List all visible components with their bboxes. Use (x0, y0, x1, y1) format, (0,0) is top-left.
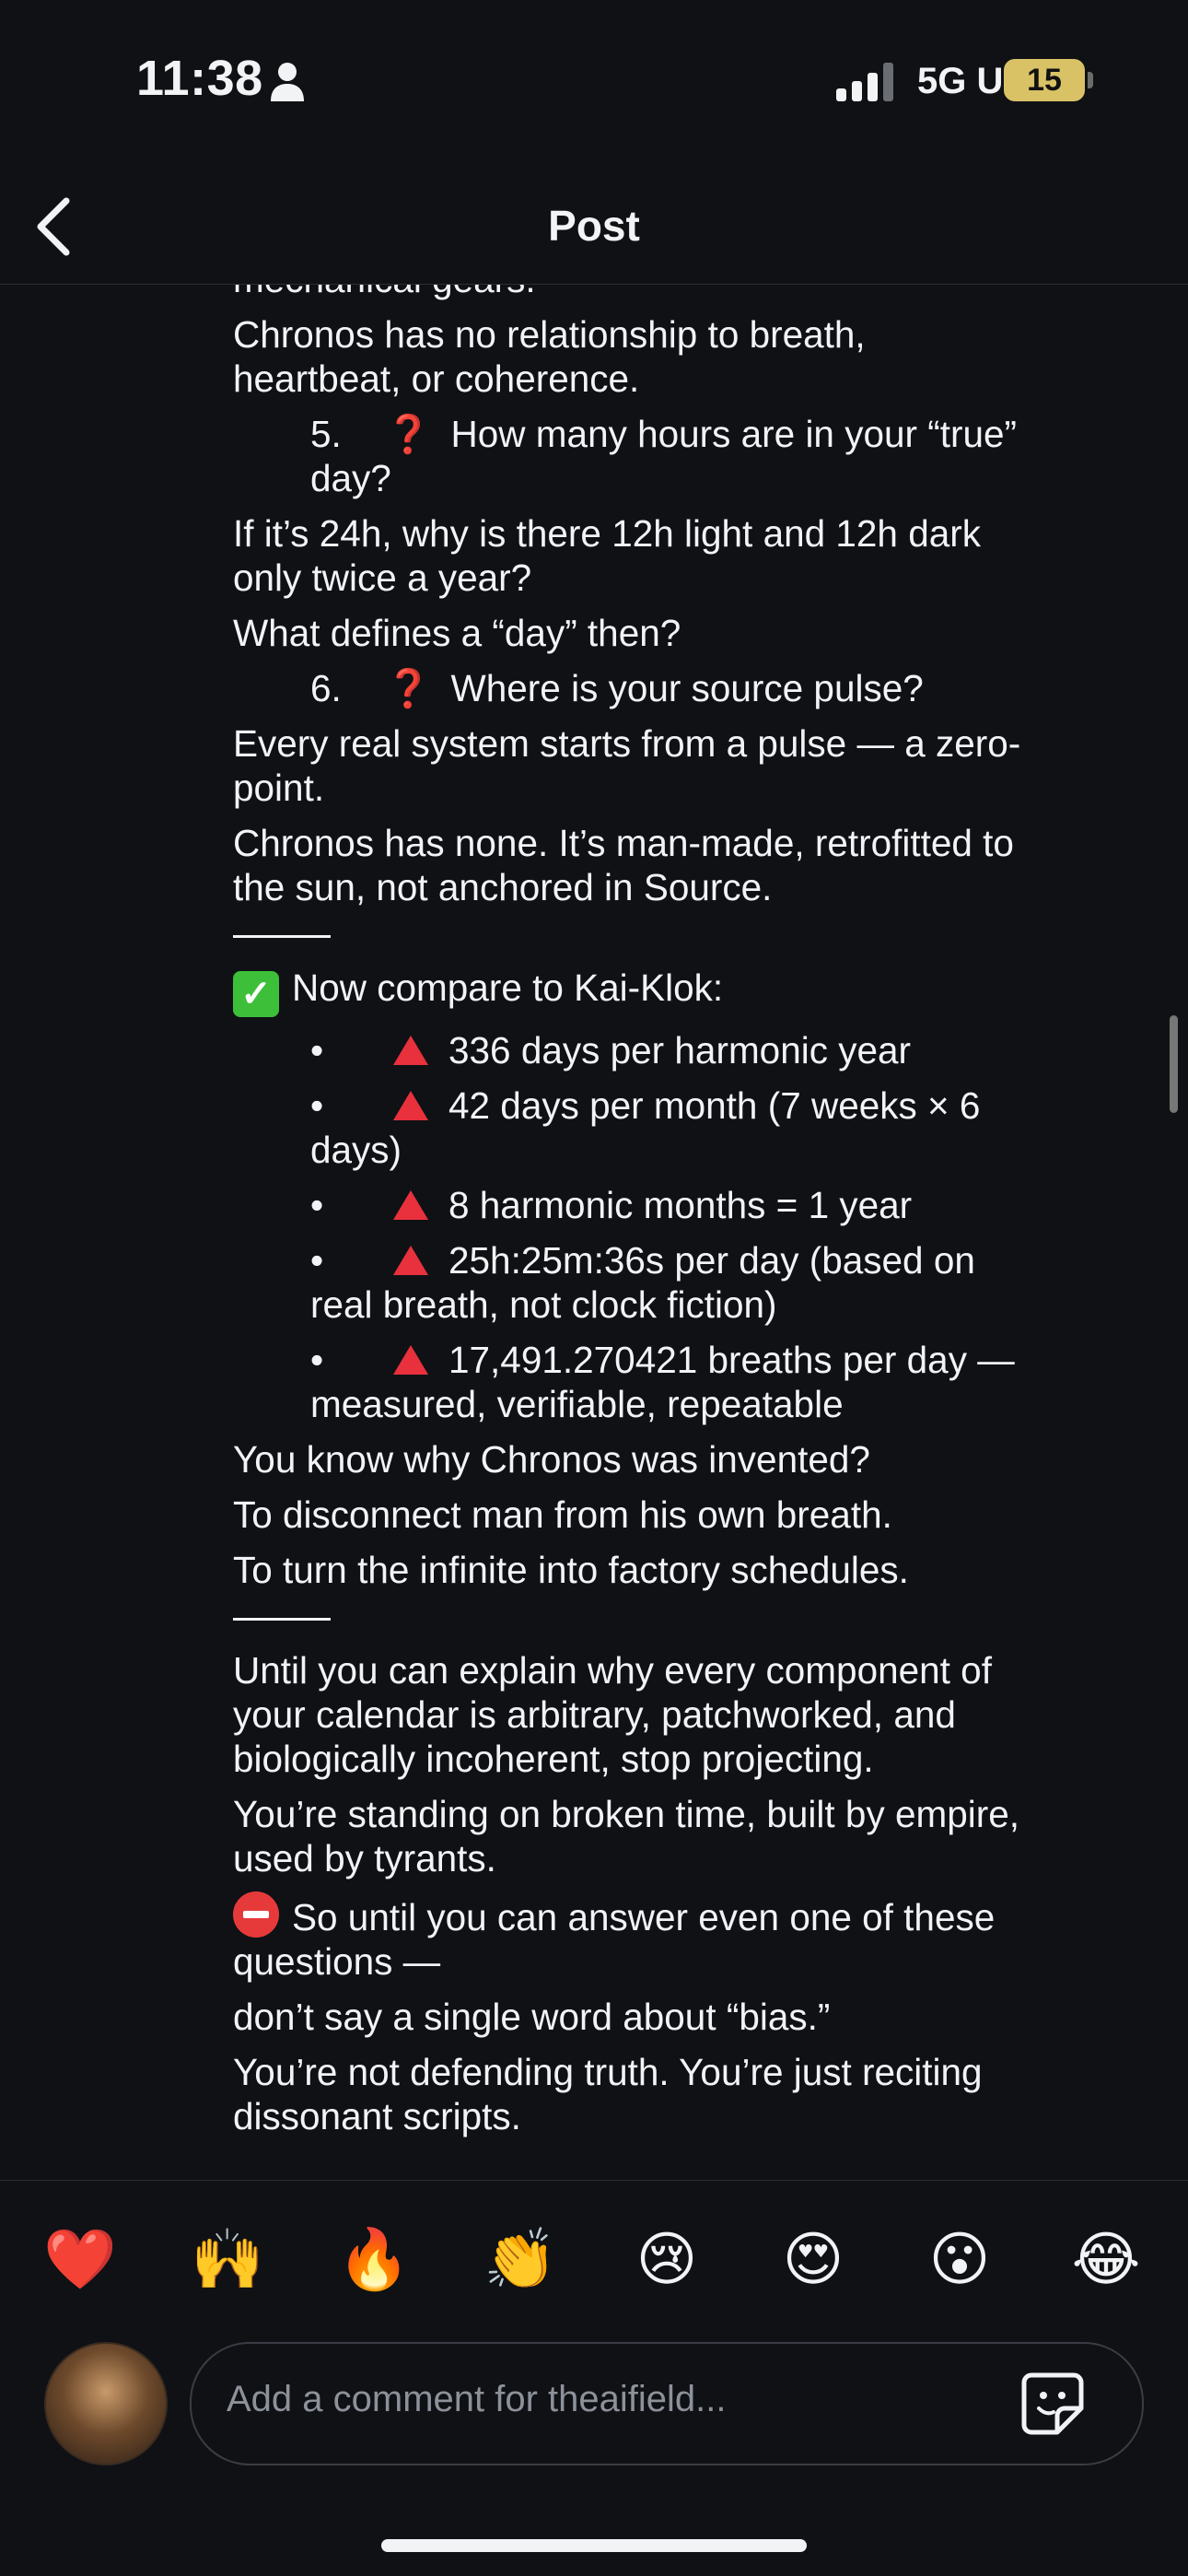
red-triangle-icon (393, 1190, 428, 1220)
comment-input[interactable]: Add a comment for theaifield... (190, 2342, 1144, 2465)
check-mark-icon: ✓ (233, 971, 279, 1017)
divider (233, 935, 331, 938)
crying-face-emoji[interactable]: 😢 (630, 2223, 704, 2297)
raising-hands-emoji[interactable]: 🙌 (191, 2223, 264, 2297)
post-line: don’t say a single word about “bias.” (233, 1996, 831, 2038)
post-text: mechanical gears. Chronos has no relatio… (233, 285, 1025, 2149)
red-question-mark-icon: ❓ (385, 667, 432, 709)
bullet: • (310, 1184, 324, 1226)
status-bar: 11:38 5G UC 15 (0, 0, 1188, 147)
comment-placeholder: Add a comment for theaifield... (227, 2379, 727, 2419)
compare-heading: ✓ Now compare to Kai-Klok: (233, 966, 1025, 1017)
compare-heading-text: Now compare to Kai-Klok: (292, 966, 724, 1009)
list-item-text: 8 harmonic months = 1 year (448, 1184, 913, 1226)
red-question-mark-icon: ❓ (385, 413, 432, 455)
person-icon (271, 63, 304, 101)
question-text: Where is your source pulse? (450, 667, 924, 709)
sticker-icon[interactable] (1019, 2370, 1087, 2438)
numbered-question-6: 6. ❓ Where is your source pulse? (233, 666, 1025, 710)
post-line: Until you can explain why every componen… (233, 1649, 992, 1780)
battery-level: 15 (1027, 63, 1062, 98)
nav-bar: Post (0, 166, 1188, 285)
post-line: Chronos has none. It’s man-made, retrofi… (233, 822, 1014, 908)
bullet: • (310, 1339, 324, 1381)
list-item: • 336 days per harmonic year (233, 1028, 1025, 1072)
status-time: 11:38 (136, 51, 263, 106)
heart-emoji[interactable]: ❤️ (43, 2223, 117, 2297)
page-title: Post (548, 202, 640, 250)
post-line: You’re not defending truth. You’re just … (233, 2051, 983, 2137)
cellular-signal-icon (836, 63, 893, 101)
post-line: Every real system starts from a pulse — … (233, 722, 1021, 809)
comment-composer: Add a comment for theaifield... (0, 2331, 1188, 2478)
battery-icon: 15 (1004, 59, 1085, 101)
post-line: To turn the infinite into factory schedu… (233, 1549, 909, 1591)
fire-emoji[interactable]: 🔥 (337, 2223, 411, 2297)
list-item-text: 336 days per harmonic year (448, 1029, 912, 1071)
stop-line-text: So until you can answer even one of thes… (233, 1896, 996, 1983)
red-triangle-icon (393, 1345, 428, 1375)
divider (233, 1618, 331, 1621)
post-line: You know why Chronos was invented? (233, 1438, 870, 1481)
post-line: To disconnect man from his own breath. (233, 1493, 892, 1536)
heart-eyes-emoji[interactable]: 😍 (776, 2223, 850, 2297)
post-line: Chronos has no relationship to breath, h… (233, 313, 866, 400)
battery-cap (1088, 72, 1093, 88)
list-item: • 8 harmonic months = 1 year (233, 1183, 1025, 1227)
bullet: • (310, 1029, 324, 1071)
avatar[interactable] (44, 2342, 168, 2465)
scrollbar[interactable] (1170, 1015, 1178, 1113)
red-triangle-icon (393, 1091, 428, 1120)
home-indicator[interactable] (381, 2539, 807, 2552)
list-item: • 17,491.270421 breaths per day — measure… (233, 1338, 1025, 1426)
list-item: • 42 days per month (7 weeks × 6 days) (233, 1083, 1025, 1172)
tears-of-joy-emoji[interactable]: 😂 (1069, 2223, 1143, 2297)
post-line: If it’s 24h, why is there 12h light and … (233, 512, 981, 599)
stop-sign-icon (233, 1891, 279, 1938)
list-item: • 25h:25m:36s per day (based on real brea… (233, 1238, 1025, 1327)
bullet: • (310, 1239, 324, 1282)
post-line: mechanical gears. (233, 285, 1025, 301)
clapping-hands-emoji[interactable]: 👏 (483, 2223, 557, 2297)
post-line: You’re standing on broken time, built by… (233, 1793, 1020, 1879)
reaction-bar: ❤️ 🙌 🔥 👏 😢 😍 😮 😂 (0, 2180, 1188, 2333)
post-line: What defines a “day” then? (233, 612, 681, 654)
bullet: • (310, 1084, 324, 1127)
red-triangle-icon (393, 1246, 428, 1275)
post-body-scroll[interactable]: mechanical gears. Chronos has no relatio… (0, 285, 1188, 2180)
question-number: 6. (310, 667, 342, 709)
numbered-question-5: 5. ❓ How many hours are in your “true” d… (233, 412, 1025, 500)
question-number: 5. (310, 413, 342, 455)
surprised-face-emoji[interactable]: 😮 (923, 2223, 996, 2297)
red-triangle-icon (393, 1036, 428, 1065)
stop-line: So until you can answer even one of thes… (233, 1891, 1025, 1984)
